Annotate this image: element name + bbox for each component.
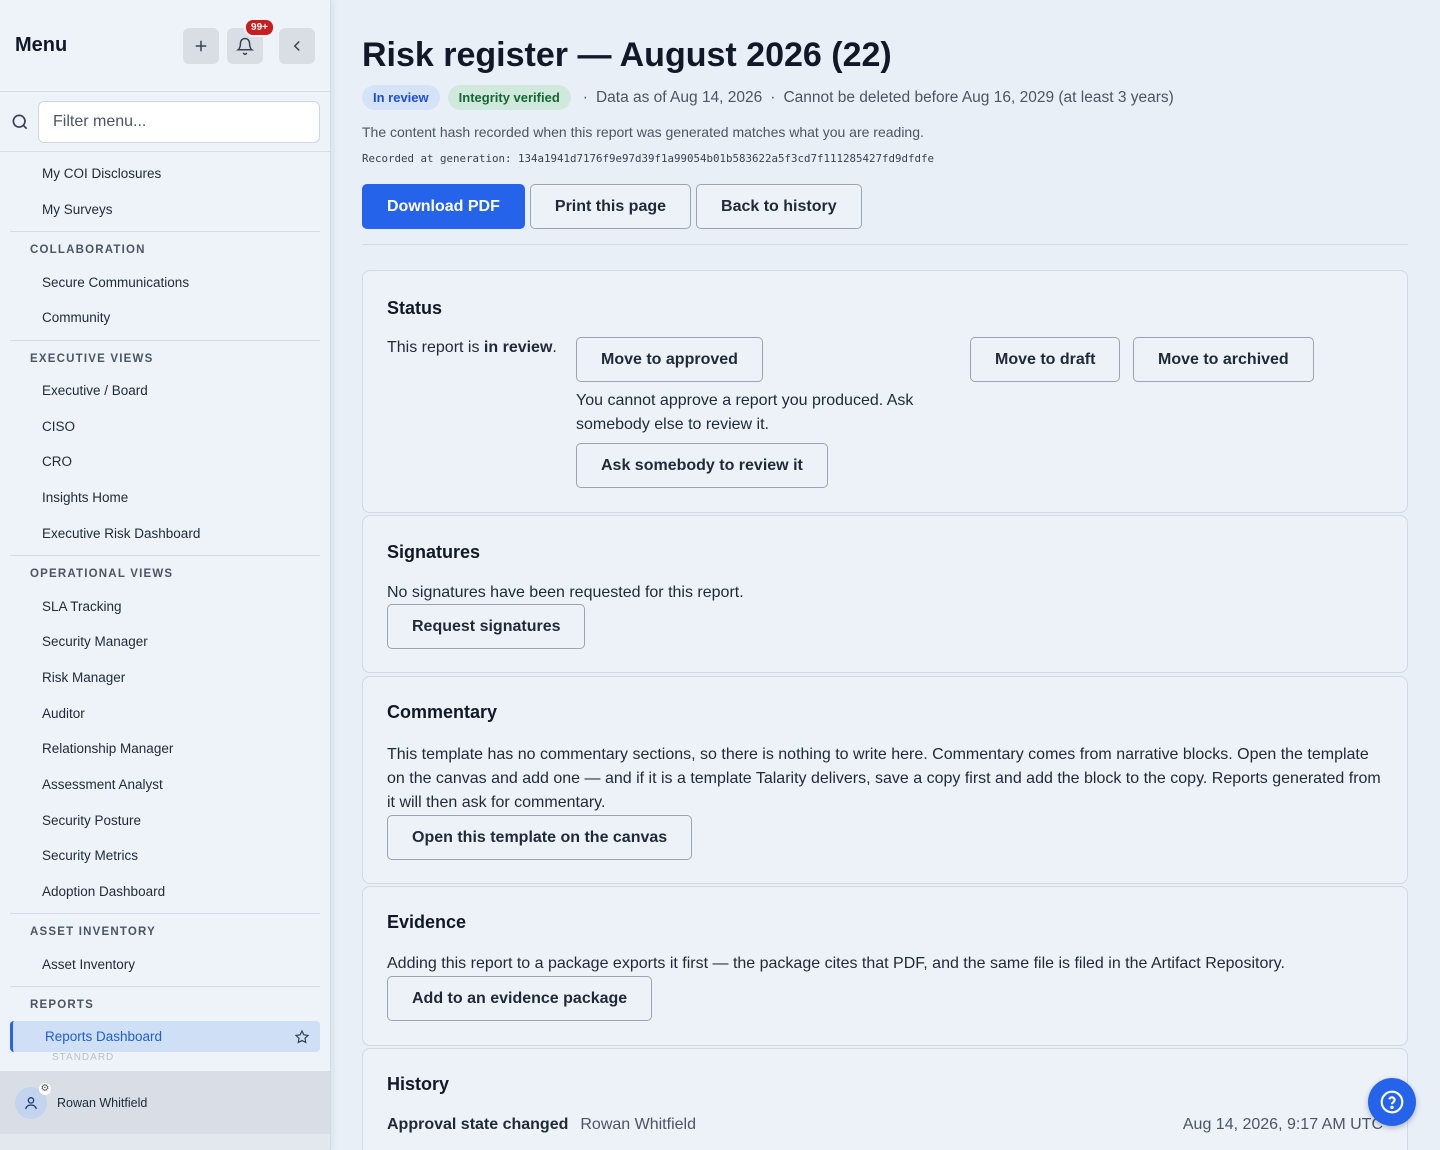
user-menu[interactable]: ⚙ Rowan Whitfield: [0, 1071, 330, 1134]
commentary-card-title: Commentary: [387, 702, 498, 722]
help-button[interactable]: [1368, 1078, 1416, 1126]
sidebar-item-ciso[interactable]: CISO: [10, 408, 320, 444]
history-card-title: History: [387, 1074, 450, 1094]
ask-reviewer-button[interactable]: Ask somebody to review it: [576, 443, 828, 488]
move-to-archived-button[interactable]: Move to archived: [1133, 337, 1314, 382]
evidence-card-title: Evidence: [387, 912, 467, 932]
sidebar-bottom-strip: [0, 1134, 330, 1150]
sidebar-item-security-posture[interactable]: Security Posture: [10, 802, 320, 838]
print-button[interactable]: Print this page: [529, 184, 692, 229]
sidebar-item-my-coi-disclosures[interactable]: My COI Disclosures: [10, 156, 320, 192]
data-as-of: Data as of Aug 14, 2026: [595, 88, 763, 106]
sidebar-section-asset-inventory: ASSET INVENTORY Asset Inventory: [10, 913, 320, 982]
signatures-card-title: Signatures: [387, 542, 481, 562]
approval-note: You cannot approve a report you produced…: [576, 392, 914, 433]
history-actor: Rowan Whitfield: [580, 1116, 696, 1133]
sidebar-item-relationship-manager[interactable]: Relationship Manager: [10, 731, 320, 767]
sidebar-item-label: Reports Dashboard: [45, 1029, 163, 1045]
sidebar-item-risk-manager[interactable]: Risk Manager: [10, 660, 320, 696]
sidebar-item-reports-dashboard[interactable]: Reports Dashboard: [10, 1021, 320, 1053]
separator-dot: ·: [582, 88, 588, 106]
notifications-button[interactable]: 99+: [227, 17, 275, 64]
status-card-title: Status: [387, 298, 443, 318]
sidebar-item-insights-home[interactable]: Insights Home: [10, 480, 320, 516]
user-icon: [25, 1096, 37, 1109]
status-card: Status This report is in review. Move to…: [362, 270, 1408, 513]
retention-note: Cannot be deleted before Aug 16, 2029 (a…: [783, 88, 1174, 106]
sidebar-item-sla-tracking[interactable]: SLA Tracking: [10, 588, 320, 624]
sidebar-section-title: OPERATIONAL VIEWS: [30, 568, 174, 581]
gear-icon: ⚙: [39, 1082, 51, 1095]
status-state: in review: [483, 339, 553, 356]
move-to-approved-button[interactable]: Move to approved: [576, 337, 763, 382]
add-button[interactable]: [183, 27, 219, 64]
notification-count-badge: 99+: [244, 17, 275, 37]
avatar: ⚙: [15, 1082, 51, 1119]
commentary-text: This template has no commentary sections…: [387, 746, 1381, 811]
open-template-button[interactable]: Open this template on the canvas: [387, 815, 693, 860]
chevron-left-icon: [293, 40, 300, 51]
star-icon[interactable]: [294, 1029, 310, 1045]
status-text: This report is in review.: [387, 339, 557, 357]
commentary-card: Commentary This template has no commenta…: [362, 676, 1408, 884]
sidebar-item-assessment-analyst[interactable]: Assessment Analyst: [10, 767, 320, 803]
signatures-text: No signatures have been requested for th…: [387, 584, 744, 601]
sidebar-item-community[interactable]: Community: [10, 300, 320, 336]
collapse-sidebar-button[interactable]: [279, 27, 315, 64]
filter-menu-input[interactable]: [38, 100, 320, 143]
sidebar-item-secure-communications[interactable]: Secure Communications: [10, 264, 320, 300]
sidebar-item-asset-inventory[interactable]: Asset Inventory: [10, 946, 320, 982]
sidebar-section-title: ASSET INVENTORY: [30, 926, 156, 939]
sidebar-title: Menu: [15, 34, 68, 56]
history-card: History Approval state changed Rowan Whi…: [362, 1048, 1408, 1150]
sidebar-item-my-surveys[interactable]: My Surveys: [10, 192, 320, 228]
evidence-card: Evidence Adding this report to a package…: [362, 886, 1408, 1046]
user-name: Rowan Whitfield: [57, 1095, 148, 1110]
move-to-draft-button[interactable]: Move to draft: [970, 337, 1121, 382]
report-actions: Download PDF Print this page Back to his…: [362, 184, 862, 229]
sidebar-section-title: EXECUTIVE VIEWS: [30, 352, 154, 365]
divider: [362, 244, 1408, 245]
sidebar-nav: My COI Disclosures My Surveys COLLABORAT…: [0, 152, 330, 1074]
back-to-history-button[interactable]: Back to history: [696, 184, 862, 229]
help-icon: [1380, 1090, 1404, 1114]
sidebar-section-title: REPORTS: [30, 999, 94, 1012]
history-timestamp: Aug 14, 2026, 9:17 AM UTC: [1182, 1116, 1383, 1133]
evidence-text: Adding this report to a package exports …: [387, 955, 1285, 972]
sidebar-item-cro[interactable]: CRO: [10, 444, 320, 480]
status-text-prefix: This report is: [387, 339, 484, 356]
sidebar-section-title: COLLABORATION: [30, 244, 146, 257]
bell-icon: [236, 37, 254, 55]
integrity-badge: Integrity verified: [447, 85, 571, 110]
sidebar-section-executive-views: EXECUTIVE VIEWS Executive / Board CISO C…: [10, 339, 320, 552]
page-title: Risk register — August 2026 (22): [362, 36, 892, 74]
add-to-evidence-package-button[interactable]: Add to an evidence package: [387, 976, 653, 1021]
signatures-card: Signatures No signatures have been reque…: [362, 515, 1408, 673]
search-icon: [12, 114, 28, 129]
sidebar-item-security-manager[interactable]: Security Manager: [10, 624, 320, 660]
history-row: Approval state changed Rowan Whitfield A…: [387, 1116, 1383, 1134]
download-pdf-button[interactable]: Download PDF: [362, 184, 525, 229]
sidebar-item-adoption-dashboard[interactable]: Adoption Dashboard: [10, 874, 320, 910]
sidebar-section-collaboration: COLLABORATION Secure Communications Comm…: [10, 231, 320, 335]
sidebar-item-security-metrics[interactable]: Security Metrics: [10, 838, 320, 874]
sidebar-section-reports: REPORTS Reports Dashboard STANDARD: [10, 986, 320, 1074]
history-event: Approval state changed: [387, 1116, 569, 1133]
sidebar-item-auditor[interactable]: Auditor: [10, 695, 320, 731]
sidebar-item-executive-board[interactable]: Executive / Board: [10, 373, 320, 409]
status-text-suffix: .: [552, 339, 557, 356]
report-meta: In review Integrity verified · Data as o…: [362, 85, 1174, 110]
sidebar-filter: [0, 92, 330, 152]
sidebar: Menu 99+ My COI Disclosures My Surveys C…: [0, 0, 331, 1150]
sidebar-item-executive-risk-dashboard[interactable]: Executive Risk Dashboard: [10, 516, 320, 552]
request-signatures-button[interactable]: Request signatures: [387, 604, 586, 649]
plus-icon: [195, 40, 207, 51]
content-hash: Recorded at generation: 134a1941d7176f9e…: [362, 152, 935, 165]
status-badge: In review: [362, 85, 440, 110]
sidebar-section-operational-views: OPERATIONAL VIEWS SLA Tracking Security …: [10, 555, 320, 909]
sidebar-header: Menu 99+: [0, 0, 330, 92]
separator-dot: ·: [770, 88, 776, 106]
hash-note: The content hash recorded when this repo…: [362, 124, 924, 140]
